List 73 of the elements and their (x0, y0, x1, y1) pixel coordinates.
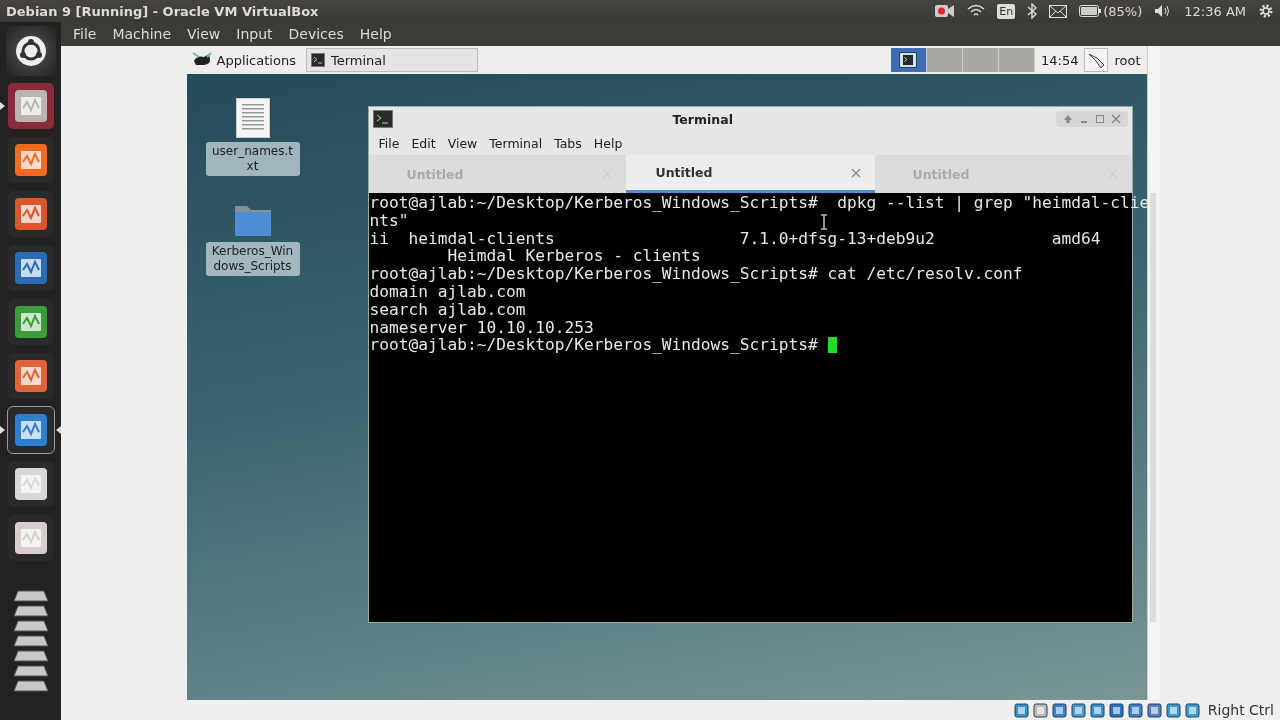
status-device-icon[interactable] (1127, 702, 1143, 718)
desktop-icon-label[interactable]: Kerberos_Windows_Scripts (205, 242, 300, 276)
status-device-icon[interactable] (1165, 702, 1181, 718)
taskbar-window-button[interactable]: Terminal (305, 48, 478, 72)
terminal-line: nameserver 10.10.10.253 (369, 318, 594, 337)
clock[interactable]: 12:36 AM (1184, 3, 1246, 19)
video-camera-icon[interactable] (935, 4, 956, 18)
menu-item[interactable]: File (65, 26, 105, 42)
text-file-icon[interactable] (235, 98, 270, 138)
launcher-item[interactable] (7, 299, 54, 345)
status-device-icon[interactable] (1184, 702, 1200, 718)
mail-icon[interactable] (1049, 4, 1068, 18)
status-device-icon[interactable] (1070, 702, 1086, 718)
terminal-line: search ajlab.com (369, 300, 526, 319)
terminal-line: root@ajlab:~/Desktop/Kerberos_Windows_Scripts# (369, 336, 819, 355)
text-cursor (827, 337, 837, 354)
menu-item[interactable]: File (372, 135, 406, 151)
terminal-line: ii heimdal-clients 7.1.0+dfsg-13+deb9u2 amd64 (369, 229, 1101, 248)
launcher-item[interactable] (7, 137, 54, 183)
menu-item[interactable]: Devices (280, 26, 352, 42)
status-device-icon[interactable] (1032, 702, 1048, 718)
menu-item[interactable]: Help (587, 135, 629, 151)
terminal-line: domain ajlab.com (369, 283, 526, 301)
terminal-tab[interactable]: Untitled (625, 155, 875, 193)
host-key-label: Right Ctrl (1207, 702, 1274, 718)
panel-clock[interactable]: 14:54 (1034, 52, 1085, 68)
workspace-switcher-cell[interactable] (962, 48, 999, 72)
terminal-line: root@ajlab:~/Desktop/Kerberos_Windows_Scripts# cat /etc/resolv.conf (369, 265, 1023, 283)
menu-item[interactable]: Terminal (483, 135, 549, 151)
launcher-item[interactable] (7, 461, 54, 507)
battery-percentage: (85%) (1103, 3, 1143, 19)
terminal-line: nts" (369, 211, 409, 230)
launcher-item[interactable] (7, 83, 54, 129)
i-beam-pointer-icon (819, 214, 828, 230)
launcher-item[interactable] (7, 191, 54, 237)
status-device-icon[interactable] (1089, 702, 1105, 718)
keyboard-layout-indicator[interactable]: En (997, 3, 1016, 19)
usb-stick-icon[interactable] (1084, 48, 1109, 72)
menu-item[interactable]: Tabs (548, 135, 588, 151)
power-gear-icon[interactable] (1258, 3, 1274, 19)
pulse-monitor-icon (12, 412, 49, 448)
workspace-switcher-cell[interactable] (926, 48, 963, 72)
terminal-line: Heimdal Kerberos - clients (446, 247, 701, 266)
close-icon[interactable] (850, 167, 861, 178)
workspace-switcher-cell[interactable] (998, 48, 1035, 72)
launcher-item[interactable] (7, 515, 54, 561)
menu-item[interactable]: Help (351, 26, 400, 42)
menu-item[interactable]: View (179, 26, 229, 42)
launcher-item[interactable] (7, 353, 54, 399)
terminal-thumbnail-icon (899, 52, 918, 68)
ubuntu-logo-icon (13, 34, 48, 68)
menu-item[interactable]: Input (228, 26, 281, 42)
window-title: Debian 9 [Running] - Oracle VM VirtualBox (6, 3, 319, 19)
user-name[interactable]: root (1108, 52, 1147, 68)
terminal-icon (372, 110, 393, 128)
workspace-switcher-cell[interactable] (890, 48, 927, 72)
wifi-icon[interactable] (967, 4, 986, 18)
menu-item[interactable]: Edit (405, 135, 442, 151)
dash-button[interactable] (5, 26, 56, 76)
menu-item[interactable]: View (441, 135, 484, 151)
launcher-item[interactable] (7, 245, 54, 291)
menu-item[interactable]: Machine (104, 26, 180, 42)
status-device-icon[interactable] (1051, 702, 1067, 718)
terminal-title: Terminal (672, 111, 733, 127)
status-device-icon[interactable] (1146, 702, 1162, 718)
battery-icon[interactable] (1079, 5, 1102, 17)
bluetooth-icon[interactable] (1027, 3, 1038, 19)
applications-menu-button[interactable]: Applications (186, 51, 302, 69)
launcher-item[interactable] (7, 407, 54, 453)
status-device-icon[interactable] (1013, 702, 1029, 718)
status-device-icon[interactable] (1108, 702, 1124, 718)
desktop-icon-label[interactable]: user_names.txt (205, 142, 300, 176)
terminal-icon (310, 53, 325, 67)
